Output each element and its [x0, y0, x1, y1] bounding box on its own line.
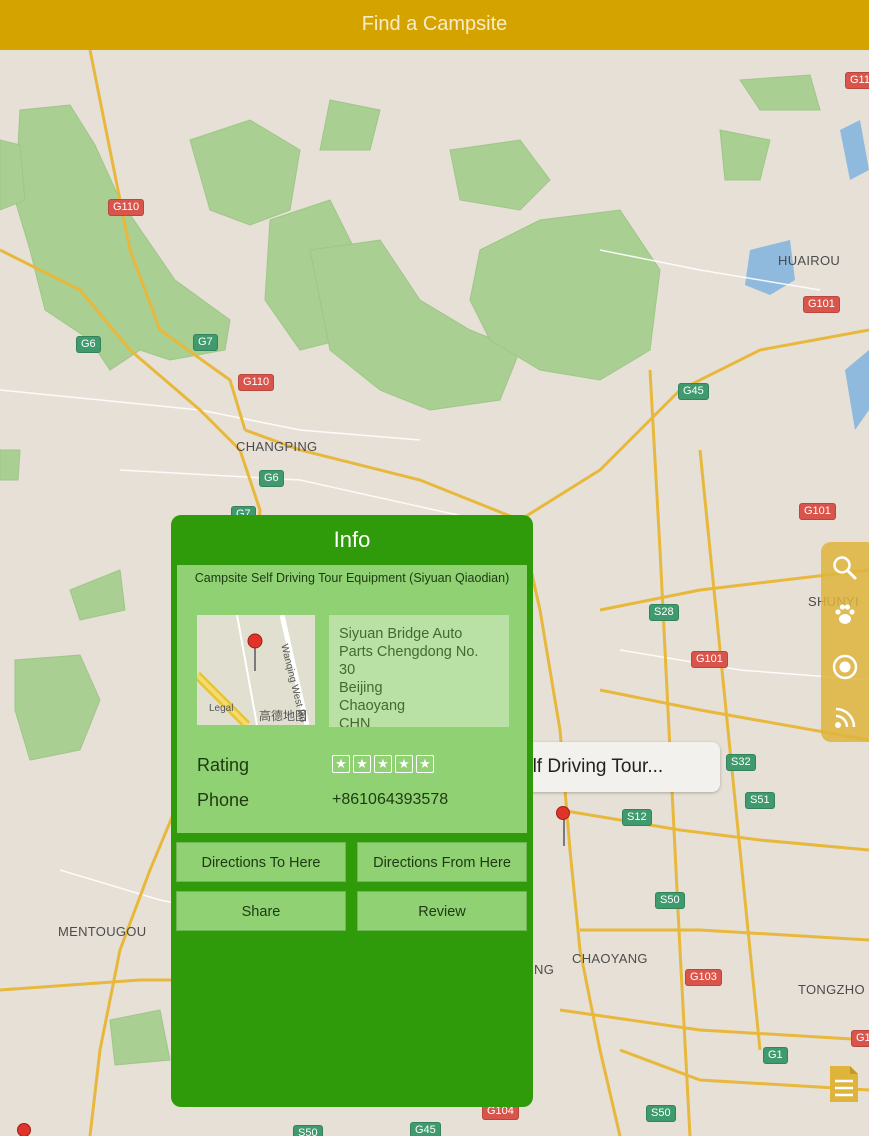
road-shield: G103	[685, 969, 722, 986]
star-icon: ★	[395, 755, 413, 773]
road-shield: S12	[622, 809, 652, 826]
callout-title: elf Driving Tour...	[522, 756, 664, 777]
review-button[interactable]: Review	[357, 891, 527, 931]
road-shield: G6	[76, 336, 101, 353]
phone-number[interactable]: +861064393578	[332, 791, 448, 809]
star-icon: ★	[353, 755, 371, 773]
map-pin[interactable]	[17, 1123, 31, 1136]
map-toolbar	[821, 542, 869, 742]
rating-label: Rating	[197, 755, 250, 775]
star-icon: ★	[416, 755, 434, 773]
road-shield: S50	[293, 1125, 323, 1136]
star-icon: ★	[374, 755, 392, 773]
address-line: 30	[339, 662, 356, 678]
road-shield: G101	[691, 651, 728, 668]
city-label-mentougou: MENTOUGOU	[58, 924, 147, 939]
road-shield: S32	[726, 754, 756, 771]
phone-label: Phone	[197, 790, 250, 810]
info-title: Info	[333, 527, 371, 552]
city-label-tongzhou: TONGZHO	[798, 982, 865, 997]
address-line: CHN	[339, 716, 371, 727]
search-icon[interactable]	[829, 552, 861, 584]
road-shield: G7	[193, 334, 218, 351]
road-shield: G101	[803, 296, 840, 313]
address-line: Chaoyang	[339, 698, 406, 714]
campsite-name: Campsite Self Driving Tour Equipment (Si…	[194, 571, 510, 585]
star-icon: ★	[332, 755, 350, 773]
address-line: Beijing	[339, 680, 383, 696]
road-shield: G45	[678, 383, 709, 400]
city-label-huairou: HUAIROU	[778, 253, 841, 268]
road-shield: S51	[745, 792, 775, 809]
rss-icon[interactable]	[829, 702, 861, 734]
directions-to-here-button[interactable]: Directions To Here	[176, 842, 346, 882]
address-box: Siyuan Bridge Auto Parts Chengdong No. 3…	[329, 615, 509, 727]
paw-icon[interactable]	[829, 598, 861, 630]
selected-map-pin[interactable]	[556, 806, 570, 820]
road-shield: G1	[851, 1030, 869, 1047]
app-title: Find a Campsite	[361, 13, 508, 35]
address-line: Siyuan Bridge Auto	[339, 626, 463, 642]
city-label-changping: CHANGPING	[236, 439, 318, 454]
directions-from-here-button[interactable]: Directions From Here	[357, 842, 527, 882]
thumbnail-legal[interactable]: Legal	[209, 703, 233, 714]
road-shield: G110	[108, 199, 145, 216]
map-thumbnail[interactable]: Wanqing West Ro Legal 高德地图	[197, 615, 315, 725]
road-shield: G45	[410, 1122, 441, 1136]
road-shield: G6	[259, 470, 284, 487]
road-shield: G1	[763, 1047, 788, 1064]
city-label-chaoyang: CHAOYANG	[572, 951, 648, 966]
rating-stars: ★ ★ ★ ★ ★	[332, 755, 434, 773]
road-shield: S50	[646, 1105, 676, 1122]
campsite-details-card: Campsite Self Driving Tour Equipment (Si…	[177, 565, 527, 833]
target-icon[interactable]	[829, 651, 861, 683]
city-label-partial: NG	[534, 962, 555, 977]
info-panel: Info Campsite Self Driving Tour Equipmen…	[171, 515, 533, 1107]
pin-stem	[563, 816, 565, 846]
document-icon[interactable]	[828, 1064, 860, 1104]
road-shield: S28	[649, 604, 679, 621]
road-shield: G101	[799, 503, 836, 520]
road-shield: S50	[655, 892, 685, 909]
road-shield: G110	[238, 374, 275, 391]
address-line: Parts Chengdong No.	[339, 644, 479, 660]
road-shield: G11	[845, 72, 869, 89]
thumbnail-provider: 高德地图	[259, 709, 308, 723]
share-button[interactable]: Share	[176, 891, 346, 931]
app-title-bar: Find a Campsite	[0, 0, 869, 50]
